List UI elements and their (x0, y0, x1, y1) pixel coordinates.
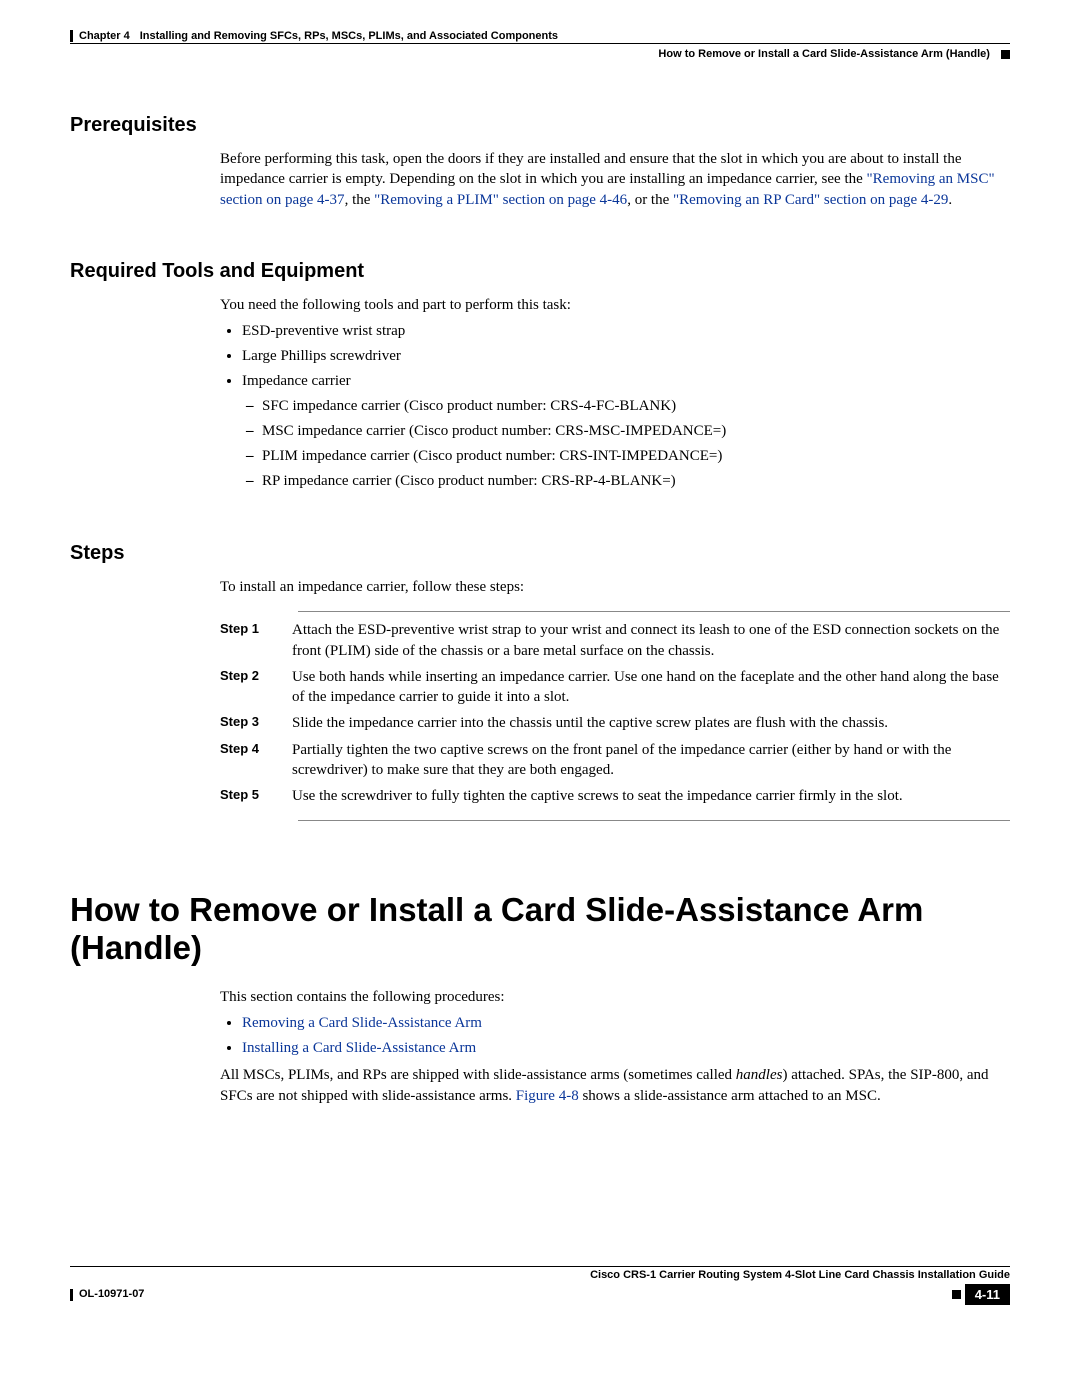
step-row: Step 2 Use both hands while inserting an… (292, 667, 1010, 708)
procedure-links: Removing a Card Slide-Assistance Arm Ins… (220, 1013, 1010, 1059)
step-row: Step 3 Slide the impedance carrier into … (292, 713, 1010, 733)
footer-guide-title: Cisco CRS-1 Carrier Routing System 4-Slo… (70, 1269, 1010, 1281)
list-item: Impedance carrier SFC impedance carrier … (242, 371, 1010, 492)
step-text: Attach the ESD-preventive wrist strap to… (292, 620, 1010, 661)
list-item: RP impedance carrier (Cisco product numb… (262, 471, 1010, 492)
step-text: Partially tighten the two captive screws… (292, 740, 1010, 781)
step-label: Step 3 (220, 713, 292, 733)
page-footer: Cisco CRS-1 Carrier Routing System 4-Slo… (70, 1266, 1010, 1281)
prerequisites-heading: Prerequisites (70, 114, 1010, 137)
link-installing-arm[interactable]: Installing a Card Slide-Assistance Arm (242, 1040, 476, 1056)
tools-sublist: SFC impedance carrier (Cisco product num… (242, 396, 1010, 492)
steps-rule-top (298, 611, 1010, 612)
main-paragraph: All MSCs, PLIMs, and RPs are shipped wit… (220, 1065, 1010, 1106)
steps-rule-bottom (298, 820, 1010, 821)
link-removing-rp[interactable]: "Removing an RP Card" section on page 4-… (673, 192, 948, 208)
steps-intro-block: To install an impedance carrier, follow … (220, 577, 1010, 597)
step-text: Use the screwdriver to fully tighten the… (292, 786, 903, 806)
link-removing-arm[interactable]: Removing a Card Slide-Assistance Arm (242, 1015, 482, 1031)
prerequisites-body: Before performing this task, open the do… (220, 149, 1010, 210)
link-removing-plim[interactable]: "Removing a PLIM" section on page 4-46 (374, 192, 627, 208)
italic-handles: handles (736, 1067, 783, 1083)
step-label: Step 5 (220, 786, 292, 806)
main-intro: This section contains the following proc… (220, 987, 1010, 1007)
list-item: ESD-preventive wrist strap (242, 321, 1010, 342)
footer-square-icon (952, 1290, 961, 1299)
step-row: Step 1 Attach the ESD-preventive wrist s… (292, 620, 1010, 661)
steps-heading: Steps (70, 542, 1010, 565)
page-footer-bottom: OL-10971-07 4-11 (70, 1284, 1010, 1305)
list-item: Installing a Card Slide-Assistance Arm (242, 1038, 1010, 1059)
list-item: Large Phillips screwdriver (242, 346, 1010, 367)
running-header: Chapter 4 Installing and Removing SFCs, … (70, 30, 1010, 64)
step-text: Slide the impedance carrier into the cha… (292, 713, 888, 733)
header-line-1: Chapter 4 Installing and Removing SFCs, … (70, 30, 1010, 44)
list-item: PLIM impedance carrier (Cisco product nu… (262, 446, 1010, 467)
tools-heading: Required Tools and Equipment (70, 260, 1010, 283)
step-label: Step 1 (220, 620, 292, 661)
list-item: MSC impedance carrier (Cisco product num… (262, 421, 1010, 442)
steps-intro: To install an impedance carrier, follow … (220, 577, 1010, 597)
chapter-title: Installing and Removing SFCs, RPs, MSCs,… (140, 30, 558, 42)
step-text: Use both hands while inserting an impeda… (292, 667, 1010, 708)
link-figure-4-8[interactable]: Figure 4-8 (516, 1088, 579, 1104)
header-square-icon (1001, 50, 1010, 59)
steps-container: Step 1 Attach the ESD-preventive wrist s… (220, 611, 1010, 821)
tools-body: You need the following tools and part to… (220, 295, 1010, 492)
page-number: 4-11 (965, 1284, 1010, 1305)
main-body: This section contains the following proc… (220, 987, 1010, 1106)
list-item: Removing a Card Slide-Assistance Arm (242, 1013, 1010, 1034)
header-line-2: How to Remove or Install a Card Slide-As… (70, 44, 1010, 64)
step-row: Step 4 Partially tighten the two captive… (292, 740, 1010, 781)
main-heading: How to Remove or Install a Card Slide-As… (70, 891, 1010, 967)
list-item: SFC impedance carrier (Cisco product num… (262, 396, 1010, 417)
prereq-paragraph: Before performing this task, open the do… (220, 149, 1010, 210)
step-label: Step 4 (220, 740, 292, 781)
section-title: How to Remove or Install a Card Slide-As… (658, 48, 990, 60)
step-label: Step 2 (220, 667, 292, 708)
tools-list: ESD-preventive wrist strap Large Phillip… (220, 321, 1010, 492)
step-row: Step 5 Use the screwdriver to fully tigh… (292, 786, 1010, 806)
chapter-label: Chapter 4 (79, 30, 130, 42)
tools-intro: You need the following tools and part to… (220, 295, 1010, 315)
footer-doc-number: OL-10971-07 (70, 1288, 144, 1300)
